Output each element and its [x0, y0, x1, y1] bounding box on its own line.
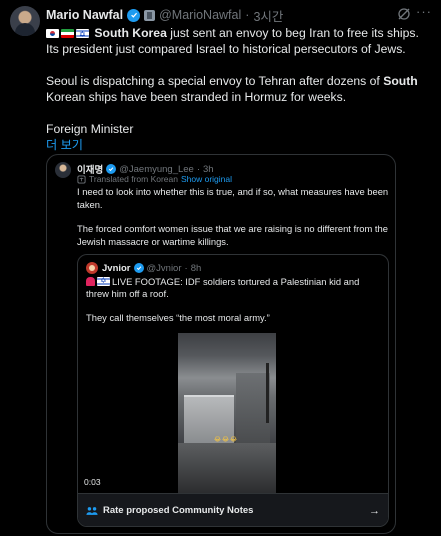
quoted-post-text: I need to look into whether this is true…: [77, 186, 389, 248]
community-notes-icon: [86, 506, 98, 515]
south-korea-flag-icon: [46, 29, 59, 38]
more-options-icon[interactable]: ···: [416, 4, 432, 19]
quoted-header-separator: ·: [196, 163, 201, 175]
arrow-right-icon[interactable]: →: [369, 505, 380, 517]
post[interactable]: Mario Nawfal @MarioNawfal · 3시간 ··· Sout…: [0, 0, 441, 536]
nested-author-handle[interactable]: @Jvnior: [147, 263, 182, 274]
video-caption: 😂😂😂: [214, 436, 239, 443]
verified-badge-icon[interactable]: [127, 8, 141, 22]
nested-author-name[interactable]: Jvnior: [102, 263, 131, 274]
iran-flag-icon: [61, 29, 74, 38]
show-original-link[interactable]: Show original: [181, 174, 232, 184]
header-separator: ·: [245, 8, 250, 22]
post-header: Mario Nawfal @MarioNawfal · 3시간: [46, 6, 283, 25]
nested-post-header: Jvnior @Jvnior · 8h: [102, 261, 201, 275]
quoted-author-avatar[interactable]: [55, 162, 71, 178]
author-name[interactable]: Mario Nawfal: [46, 8, 123, 22]
israel-flag-icon: [76, 27, 89, 43]
israel-flag-icon: [97, 275, 110, 287]
quoted-post-time[interactable]: 3h: [203, 164, 214, 175]
translate-icon: [77, 174, 86, 184]
nested-post-time[interactable]: 8h: [191, 263, 202, 274]
video-timestamp: 0:03: [84, 477, 101, 487]
video-player[interactable]: 😂😂😂 0:03: [78, 333, 388, 493]
nested-post-text: LIVE FOOTAGE: IDF soldiers tortured a Pa…: [86, 275, 382, 324]
show-more-link[interactable]: 더 보기: [46, 137, 431, 153]
video-street: [178, 443, 276, 493]
nested-header-separator: ·: [184, 262, 188, 274]
post-text-para3: Foreign Minister: [46, 122, 134, 136]
video-building: [236, 373, 270, 453]
quoted-verified-badge-icon: [106, 164, 117, 174]
rate-community-notes-label[interactable]: Rate proposed Community Notes: [103, 505, 369, 516]
post-text-para2-b: Korean ships have been stranded in Hormu…: [46, 90, 347, 104]
quoted-text-para1: I need to look into whether this is true…: [77, 186, 389, 210]
nested-text-line2: They call themselves “the most moral arm…: [86, 312, 270, 323]
nested-verified-badge-icon: [133, 263, 144, 273]
quoted-text-para2: The forced comfort women issue that we a…: [77, 223, 388, 247]
author-handle[interactable]: @MarioNawfal: [159, 8, 241, 22]
post-text-para2-a: Seoul is dispatching a special envoy to …: [46, 74, 384, 88]
quoted-author-handle[interactable]: @Jaemyung_Lee: [119, 164, 194, 175]
video-pole: [266, 363, 269, 423]
siren-icon: [86, 277, 95, 286]
grok-icon[interactable]: [397, 7, 411, 21]
author-avatar[interactable]: [10, 6, 40, 36]
video-frame[interactable]: 😂😂😂: [178, 333, 276, 493]
affiliation-badge-icon[interactable]: [144, 9, 156, 21]
translation-notice: Translated from Korean Show original: [77, 174, 232, 184]
nested-author-avatar[interactable]: [86, 262, 98, 274]
post-text-bold-country: South Korea: [94, 26, 167, 40]
translated-label: Translated from Korean: [89, 174, 178, 184]
post-text-para2-bold: South: [383, 74, 418, 88]
post-time[interactable]: 3시간: [253, 6, 283, 25]
nested-quoted-post[interactable]: Jvnior @Jvnior · 8h LIVE FOOTAGE: IDF so…: [77, 254, 389, 527]
post-text: South Korea just sent an envoy to beg Ir…: [46, 25, 431, 153]
quoted-post[interactable]: 이재명 @Jaemyung_Lee · 3h Translated from K…: [46, 154, 396, 534]
community-notes-bar[interactable]: Rate proposed Community Notes →: [78, 493, 388, 526]
nested-text-line1: LIVE FOOTAGE: IDF soldiers tortured a Pa…: [86, 276, 360, 299]
